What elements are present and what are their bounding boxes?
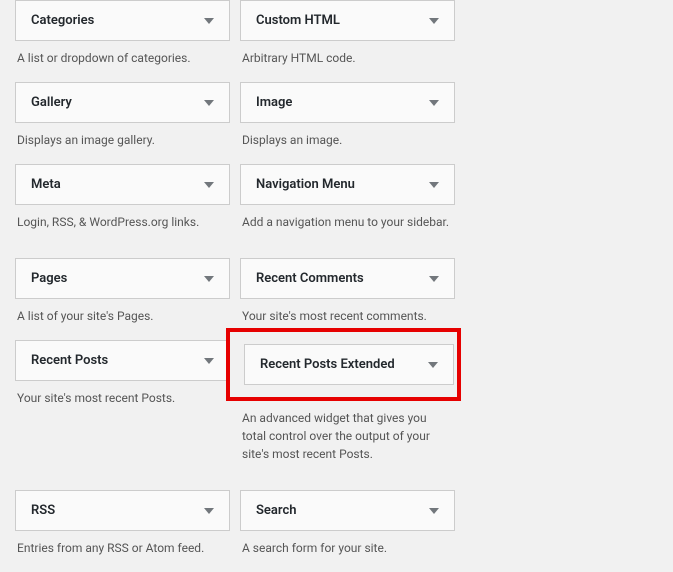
widget-description: An advanced widget that gives you total … [240,401,455,463]
chevron-down-icon [429,100,439,106]
widget-description: A list of your site's Pages. [15,299,230,325]
chevron-down-icon [429,276,439,282]
widget-title: Recent Comments [256,271,364,286]
chevron-down-icon [428,362,438,368]
widget-custom-html[interactable]: Custom HTML [240,0,455,41]
widget-title: Custom HTML [256,13,340,28]
widget-image[interactable]: Image [240,82,455,123]
widget-title: Navigation Menu [256,177,355,192]
widget-description: Your site's most recent comments. [240,299,455,325]
widget-title: Search [256,503,297,518]
widget-navigation-menu[interactable]: Navigation Menu [240,164,455,205]
widget-gallery[interactable]: Gallery [15,82,230,123]
widget-description: A search form for your site. [240,531,455,557]
widget-description: A list or dropdown of categories. [15,41,230,67]
widget-rss[interactable]: RSS [15,490,230,531]
widget-description: Displays an image gallery. [15,123,230,149]
widget-search[interactable]: Search [240,490,455,531]
widget-description: Add a navigation menu to your sidebar. [240,205,455,231]
widget-title: Pages [31,271,67,286]
widget-recent-comments[interactable]: Recent Comments [240,258,455,299]
widget-title: RSS [31,503,55,518]
widget-meta[interactable]: Meta [15,164,230,205]
chevron-down-icon [204,182,214,188]
widget-description: Displays an image. [240,123,455,149]
chevron-down-icon [204,276,214,282]
chevron-down-icon [429,508,439,514]
chevron-down-icon [204,358,214,364]
widget-title: Gallery [31,95,72,110]
widget-title: Recent Posts Extended [260,357,395,372]
widget-recent-posts[interactable]: Recent Posts [15,340,230,381]
widget-categories[interactable]: Categories [15,0,230,41]
chevron-down-icon [204,508,214,514]
widget-pages[interactable]: Pages [15,258,230,299]
widget-title: Categories [31,13,94,28]
widget-description: Arbitrary HTML code. [240,41,455,67]
widget-description: Login, RSS, & WordPress.org links. [15,205,230,231]
widget-description: Entries from any RSS or Atom feed. [15,531,230,557]
widget-title: Image [256,95,292,110]
widget-description: Your site's most recent Posts. [15,381,230,407]
widget-title: Meta [31,177,61,192]
highlight-box: Recent Posts Extended [226,328,461,401]
widget-recent-posts-extended[interactable]: Recent Posts Extended [244,344,454,385]
chevron-down-icon [204,100,214,106]
chevron-down-icon [429,18,439,24]
chevron-down-icon [204,18,214,24]
chevron-down-icon [429,182,439,188]
widget-title: Recent Posts [31,353,108,368]
